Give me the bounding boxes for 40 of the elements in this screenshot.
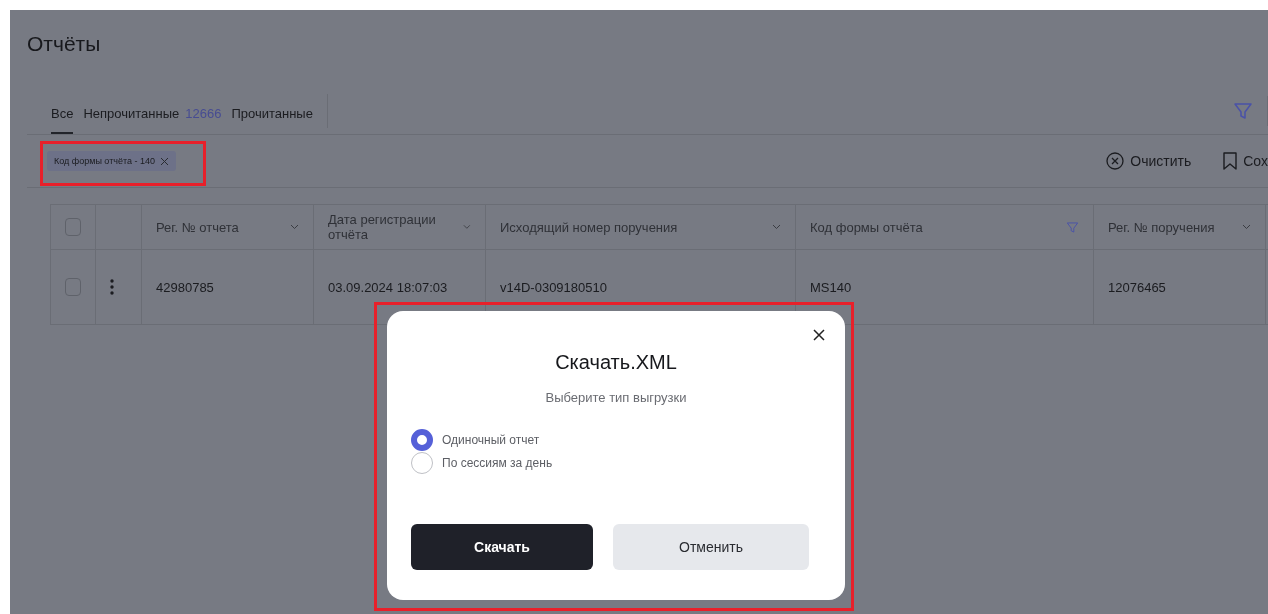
radio-label: По сессиям за день bbox=[442, 456, 553, 470]
radio-button[interactable] bbox=[411, 452, 433, 474]
dialog-title: Скачать.XML bbox=[555, 351, 677, 374]
tab[interactable]: Прочитанные bbox=[231, 94, 313, 134]
dialog-subtitle: Выберите тип выгрузки bbox=[545, 390, 687, 405]
clear-icon bbox=[1106, 152, 1125, 170]
chevron-down-icon bbox=[772, 224, 781, 230]
filter-icon bbox=[1233, 101, 1253, 121]
column-header: Исходящий номер поручения bbox=[500, 219, 678, 235]
clear-button[interactable]: Очистить bbox=[1106, 152, 1192, 170]
save-button[interactable]: Сох bbox=[1223, 152, 1268, 170]
radio-label: Одиночный отчет bbox=[442, 433, 540, 447]
table-cell: MS140 bbox=[810, 279, 852, 295]
more-vertical-icon bbox=[110, 279, 114, 295]
radio-button[interactable] bbox=[411, 429, 433, 451]
checkbox[interactable] bbox=[65, 218, 81, 236]
page-title: Отчёты bbox=[27, 31, 102, 57]
cancel-button[interactable]: Отменить bbox=[613, 524, 809, 570]
more-menu-button[interactable] bbox=[110, 279, 114, 295]
chip-remove-button[interactable] bbox=[160, 156, 170, 166]
table-cell: 12076465 bbox=[1108, 279, 1166, 295]
bookmark-icon bbox=[1223, 152, 1238, 170]
tab[interactable]: Все bbox=[51, 94, 74, 134]
column-header: Рег. № отчета bbox=[156, 219, 239, 235]
table-cell: v14D-0309180510 bbox=[500, 279, 607, 295]
close-icon bbox=[160, 156, 170, 166]
chevron-down-icon bbox=[1242, 224, 1251, 230]
column-header: Рег. № поручения bbox=[1108, 219, 1215, 235]
close-button[interactable] bbox=[813, 329, 825, 341]
close-icon bbox=[813, 329, 825, 341]
checkbox[interactable] bbox=[65, 278, 81, 296]
chip-label: Код формы отчёта - 140 bbox=[54, 156, 156, 166]
filter-icon bbox=[1066, 220, 1079, 234]
column-header: Дата регистрации отчёта bbox=[328, 212, 437, 242]
download-button[interactable]: Скачать bbox=[411, 524, 593, 570]
column-header: Код формы отчёта bbox=[810, 219, 923, 235]
chevron-down-icon bbox=[290, 224, 299, 230]
table-cell: 03.09.2024 18:07:03 bbox=[328, 279, 448, 295]
chevron-down-icon bbox=[463, 224, 471, 230]
table-cell: 42980785 bbox=[156, 279, 214, 295]
